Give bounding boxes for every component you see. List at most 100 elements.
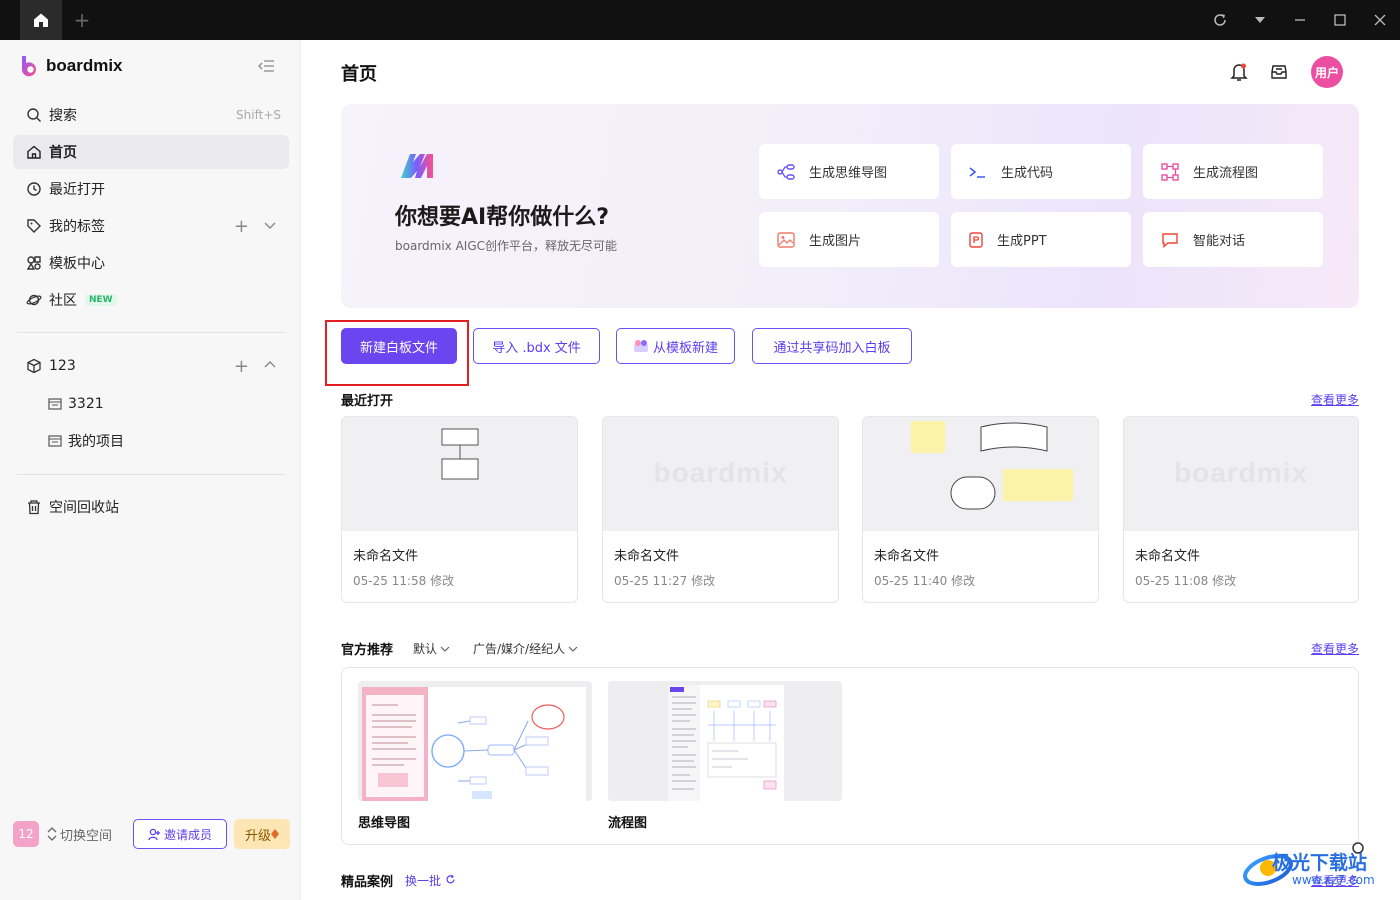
ai-card-image[interactable]: 生成图片: [759, 212, 939, 267]
invite-members-button[interactable]: 邀请成员: [133, 819, 227, 849]
sort-filter-dropdown[interactable]: 默认: [413, 640, 450, 657]
recent-file-card[interactable]: 未命名文件 05-25 11:58 修改: [341, 416, 578, 603]
refresh-cases-link[interactable]: 换一批: [405, 872, 456, 889]
invite-label: 邀请成员: [163, 827, 212, 842]
recent-file-card[interactable]: boardmix 未命名文件 05-25 11:08 修改: [1123, 416, 1359, 603]
import-bdx-button[interactable]: 导入 .bdx 文件: [473, 328, 600, 364]
sidebar-item-label: 最近打开: [49, 182, 105, 198]
page-title: 首页: [341, 64, 377, 85]
sidebar-item-templates[interactable]: 模板中心: [13, 246, 289, 280]
collapse-icon: [258, 60, 274, 72]
file-time: 05-25 11:40 修改: [874, 574, 976, 588]
chevron-down-icon: [264, 222, 276, 229]
official-see-more-link[interactable]: 查看更多: [1311, 640, 1359, 657]
sidebar-item-trash[interactable]: 空间回收站: [13, 490, 289, 524]
ai-card-ppt[interactable]: 生成PPT: [951, 212, 1131, 267]
close-icon: [1374, 14, 1386, 26]
minimize-button[interactable]: [1288, 8, 1312, 32]
switch-workspace-button[interactable]: 切换空间: [47, 825, 112, 844]
sidebar-item-search[interactable]: 搜索 Shift+S: [13, 98, 289, 132]
expand-tags-button[interactable]: [263, 216, 277, 237]
boardmix-logo-icon: [21, 56, 36, 77]
search-icon: [25, 106, 43, 124]
sidebar-item-label: 搜索: [49, 108, 77, 124]
sort-filter-label: 默认: [413, 642, 438, 656]
refresh-icon: [1214, 14, 1226, 26]
upgrade-button[interactable]: 升级: [234, 819, 290, 849]
site-watermark-url: www.xz7.com: [1292, 873, 1375, 887]
file-thumbnail: [342, 417, 577, 531]
category-filter-dropdown[interactable]: 广告/媒介/经纪人: [473, 640, 578, 657]
official-section-title: 官方推荐: [341, 643, 394, 658]
project-item-my-project[interactable]: 我的项目: [48, 429, 124, 453]
project-item-3321[interactable]: 3321: [48, 392, 104, 416]
recent-file-card[interactable]: boardmix 未命名文件 05-25 11:27 修改: [602, 416, 839, 603]
sidebar-item-label: 首页: [49, 145, 77, 161]
new-from-template-button[interactable]: 从模板新建: [616, 328, 735, 364]
file-thumbnail: boardmix: [603, 417, 838, 531]
ai-card-label: 生成图片: [809, 234, 862, 249]
ai-card-chat[interactable]: 智能对话: [1143, 212, 1323, 267]
workspace-badge[interactable]: 12: [13, 821, 39, 847]
template-name: 思维导图: [358, 816, 411, 831]
sidebar-item-community[interactable]: 社区 NEW: [13, 283, 289, 317]
chevron-up-icon: [264, 360, 276, 367]
divider: [17, 474, 285, 475]
file-name: 未命名文件: [353, 549, 419, 564]
brand-name: boardmix: [46, 56, 123, 75]
template-card-flowchart[interactable]: 流程图: [608, 681, 842, 831]
bell-icon: [1230, 63, 1248, 81]
inbox-button[interactable]: [1268, 60, 1290, 84]
file-thumbnail: boardmix: [1124, 417, 1358, 531]
template-center-icon: [25, 254, 43, 272]
ai-card-mindmap[interactable]: 生成思维导图: [759, 144, 939, 199]
file-time: 05-25 11:08 修改: [1135, 574, 1237, 588]
minimize-icon: [1295, 19, 1305, 21]
recent-file-card[interactable]: 未命名文件 05-25 11:40 修改: [862, 416, 1099, 603]
template-icon: [633, 340, 648, 352]
cube-icon: [25, 357, 43, 375]
terminal-icon: [969, 166, 985, 178]
import-label: 导入 .bdx 文件: [492, 340, 581, 356]
ai-card-code[interactable]: 生成代码: [951, 144, 1131, 199]
user-avatar[interactable]: 用户: [1311, 56, 1343, 88]
refresh-label: 换一批: [405, 874, 442, 888]
from-template-label: 从模板新建: [652, 340, 718, 356]
cases-section-title: 精品案例: [341, 875, 394, 890]
sidebar-item-tags[interactable]: 我的标签 +: [13, 209, 289, 243]
notification-button[interactable]: [1228, 60, 1250, 84]
file-time: 05-25 11:27 修改: [614, 574, 716, 588]
sidebar-item-home[interactable]: 首页: [13, 135, 289, 169]
recent-see-more-link[interactable]: 查看更多: [1311, 391, 1359, 408]
join-by-code-button[interactable]: 通过共享码加入白板: [752, 328, 912, 364]
sidebar-item-recent[interactable]: 最近打开: [13, 172, 289, 206]
join-code-label: 通过共享码加入白板: [773, 340, 891, 356]
refresh-button[interactable]: [1208, 8, 1232, 32]
new-tab-button[interactable]: +: [72, 8, 92, 32]
ai-card-flowchart[interactable]: 生成流程图: [1143, 144, 1323, 199]
add-tag-button[interactable]: +: [234, 216, 249, 237]
ai-banner: 你想要AI帮你做什么? boardmix AIGC创作平台，释放无尽可能 生成思…: [341, 104, 1359, 308]
clock-icon: [25, 180, 43, 198]
brand[interactable]: boardmix: [20, 54, 123, 78]
file-name: 未命名文件: [1135, 549, 1201, 564]
home-icon: [34, 13, 48, 27]
collapse-sidebar-button[interactable]: [258, 58, 276, 74]
template-thumbnail: [358, 681, 592, 801]
title-bar: +: [0, 0, 1400, 40]
sidebar-item-label: 我的标签: [49, 219, 105, 235]
swap-vertical-icon: [47, 827, 57, 841]
home-tab[interactable]: [20, 0, 62, 40]
site-watermark: 极光下载站 www.xz7.com: [1240, 842, 1390, 892]
close-button[interactable]: [1368, 8, 1392, 32]
add-project-button[interactable]: +: [234, 356, 249, 377]
maximize-button[interactable]: [1328, 8, 1352, 32]
template-card-mindmap[interactable]: 思维导图: [358, 681, 592, 831]
sidebar-item-workspace[interactable]: 123 +: [13, 349, 289, 383]
file-time: 05-25 11:58 修改: [353, 574, 455, 588]
dropdown-button[interactable]: [1248, 8, 1272, 32]
collapse-workspace-button[interactable]: [263, 356, 277, 377]
ai-logo-icon: [401, 154, 433, 178]
trash-icon: [25, 498, 43, 516]
new-badge: NEW: [85, 294, 117, 306]
